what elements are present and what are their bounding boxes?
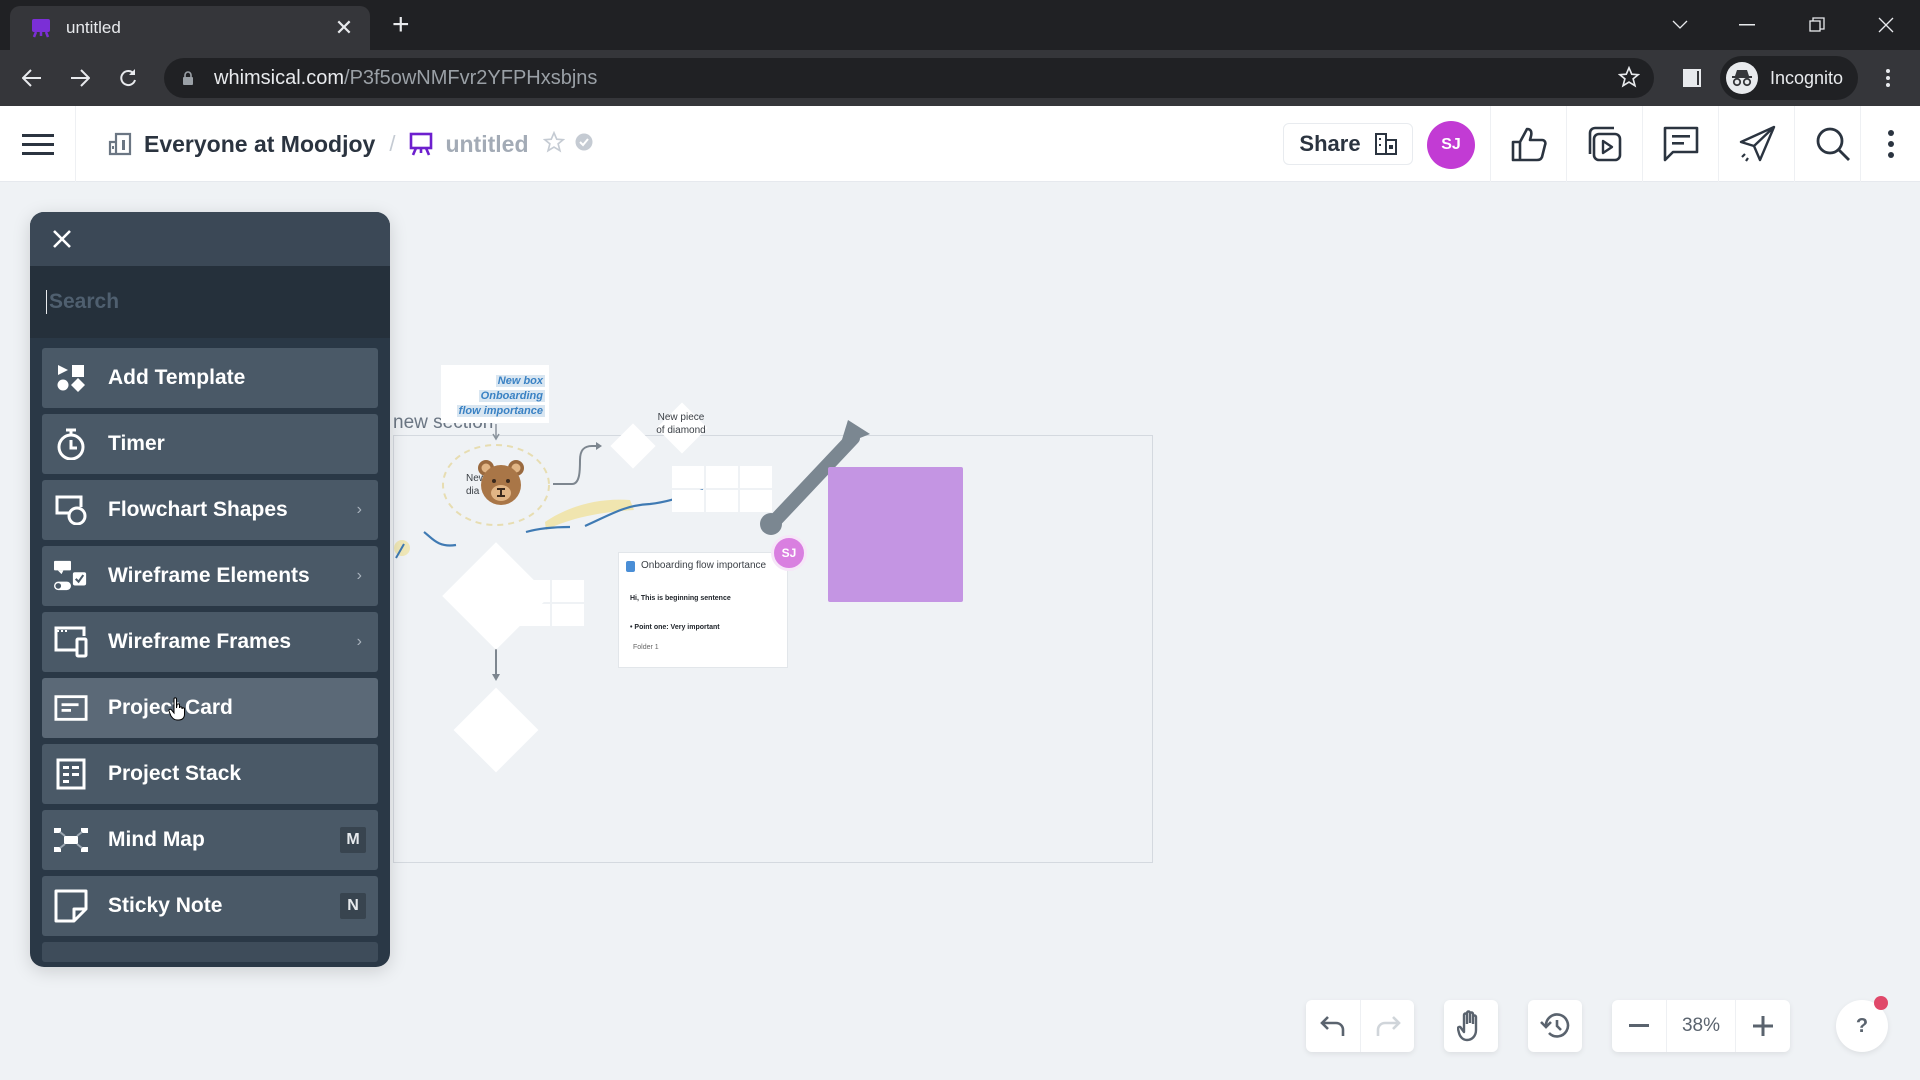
panel-item-wireframe-frames[interactable]: Wireframe Frames › — [42, 612, 378, 672]
insert-panel: Add Template Timer Flowchart Shapes › Wi… — [30, 212, 390, 967]
project-card-icon — [54, 691, 88, 725]
zoom-in-button[interactable] — [1736, 1000, 1790, 1052]
panel-header — [30, 212, 390, 266]
panel-item-label: Wireframe Elements — [108, 564, 310, 587]
flowchart-shapes-icon — [54, 493, 88, 527]
connector-arrowhead — [596, 442, 602, 450]
panel-item-label: Wireframe Frames — [108, 630, 292, 653]
panel-item-next[interactable] — [42, 942, 378, 962]
panel-item-label: Project Stack — [108, 762, 242, 785]
panel-item-label: Timer — [108, 432, 165, 455]
hand-pointer-cursor-icon — [168, 697, 185, 721]
redo-button[interactable] — [1360, 1000, 1414, 1052]
zoom-controls: 38% — [1612, 1000, 1790, 1052]
table-cell[interactable] — [552, 604, 584, 626]
shortcut-key: N — [340, 893, 366, 919]
hand-tool-group — [1444, 1000, 1498, 1052]
project-stack-icon — [54, 757, 88, 791]
bear-emoji-icon[interactable] — [476, 458, 526, 508]
thick-arrow-tail — [760, 513, 782, 535]
undo-button[interactable] — [1306, 1000, 1360, 1052]
doc-card-line: Hi, This is beginning sentence — [630, 595, 731, 602]
panel-item-label: Sticky Note — [108, 894, 223, 917]
timer-icon — [54, 427, 88, 461]
panel-item-label: Flowchart Shapes — [108, 498, 288, 521]
sticky-note-purple[interactable] — [828, 467, 963, 602]
mind-map-icon — [54, 823, 88, 857]
chevron-right-icon: › — [356, 501, 362, 518]
panel-search — [30, 266, 390, 338]
shortcut-key: M — [340, 827, 366, 853]
document-icon — [626, 561, 635, 572]
connector-arrow — [553, 445, 600, 485]
undo-redo-group — [1306, 1000, 1414, 1052]
panel-item-timer[interactable]: Timer — [42, 414, 378, 474]
wireframe-elements-icon — [54, 559, 88, 593]
doc-card-folder: Folder 1 — [633, 644, 659, 651]
close-icon[interactable] — [48, 225, 76, 253]
chevron-right-icon: › — [356, 633, 362, 650]
panel-item-flowchart-shapes[interactable]: Flowchart Shapes › — [42, 480, 378, 540]
table-cell[interactable] — [672, 466, 704, 488]
table-cell[interactable] — [518, 604, 550, 626]
wireframe-frames-icon — [54, 625, 88, 659]
panel-item-mind-map[interactable]: Mind Map M — [42, 810, 378, 870]
panel-item-project-card[interactable]: Project Card — [42, 678, 378, 738]
table-cell[interactable] — [706, 466, 738, 488]
search-input[interactable] — [46, 290, 366, 314]
collaborator-cursor: SJ — [771, 535, 807, 571]
hand-tool-icon[interactable] — [1444, 1000, 1498, 1052]
table-cell[interactable] — [740, 490, 772, 512]
sticky-note-icon — [54, 889, 88, 923]
panel-item-sticky-note[interactable]: Sticky Note N — [42, 876, 378, 936]
panel-item-label: Add Template — [108, 366, 246, 389]
pen-stroke — [525, 525, 571, 534]
table-cell[interactable] — [740, 466, 772, 488]
doc-card-title: Onboarding flow importance — [641, 560, 767, 571]
insert-list: Add Template Timer Flowchart Shapes › Wi… — [30, 338, 390, 962]
connector-arrowhead — [492, 674, 500, 681]
template-icon — [54, 361, 88, 395]
doc-card[interactable]: Onboarding flow importance Hi, This is b… — [618, 552, 788, 668]
panel-item-project-stack[interactable]: Project Stack — [42, 744, 378, 804]
zoom-level[interactable]: 38% — [1666, 1000, 1736, 1052]
history-group — [1528, 1000, 1582, 1052]
table-cell[interactable] — [552, 580, 584, 602]
panel-item-wireframe-elements[interactable]: Wireframe Elements › — [42, 546, 378, 606]
diamond-label: New piece of diamond — [656, 412, 706, 436]
table-cell[interactable] — [706, 490, 738, 512]
table-cell[interactable] — [672, 490, 704, 512]
zoom-out-button[interactable] — [1612, 1000, 1666, 1052]
version-history-icon[interactable] — [1528, 1000, 1582, 1052]
table-cell[interactable] — [518, 580, 550, 602]
pen-stroke — [423, 531, 457, 547]
notification-dot — [1874, 996, 1888, 1010]
chevron-right-icon: › — [356, 567, 362, 584]
panel-item-add-template[interactable]: Add Template — [42, 348, 378, 408]
panel-item-label: Mind Map — [108, 828, 205, 851]
highlighter-stroke — [545, 499, 634, 530]
doc-card-line: • Point one: Very important — [630, 624, 720, 631]
